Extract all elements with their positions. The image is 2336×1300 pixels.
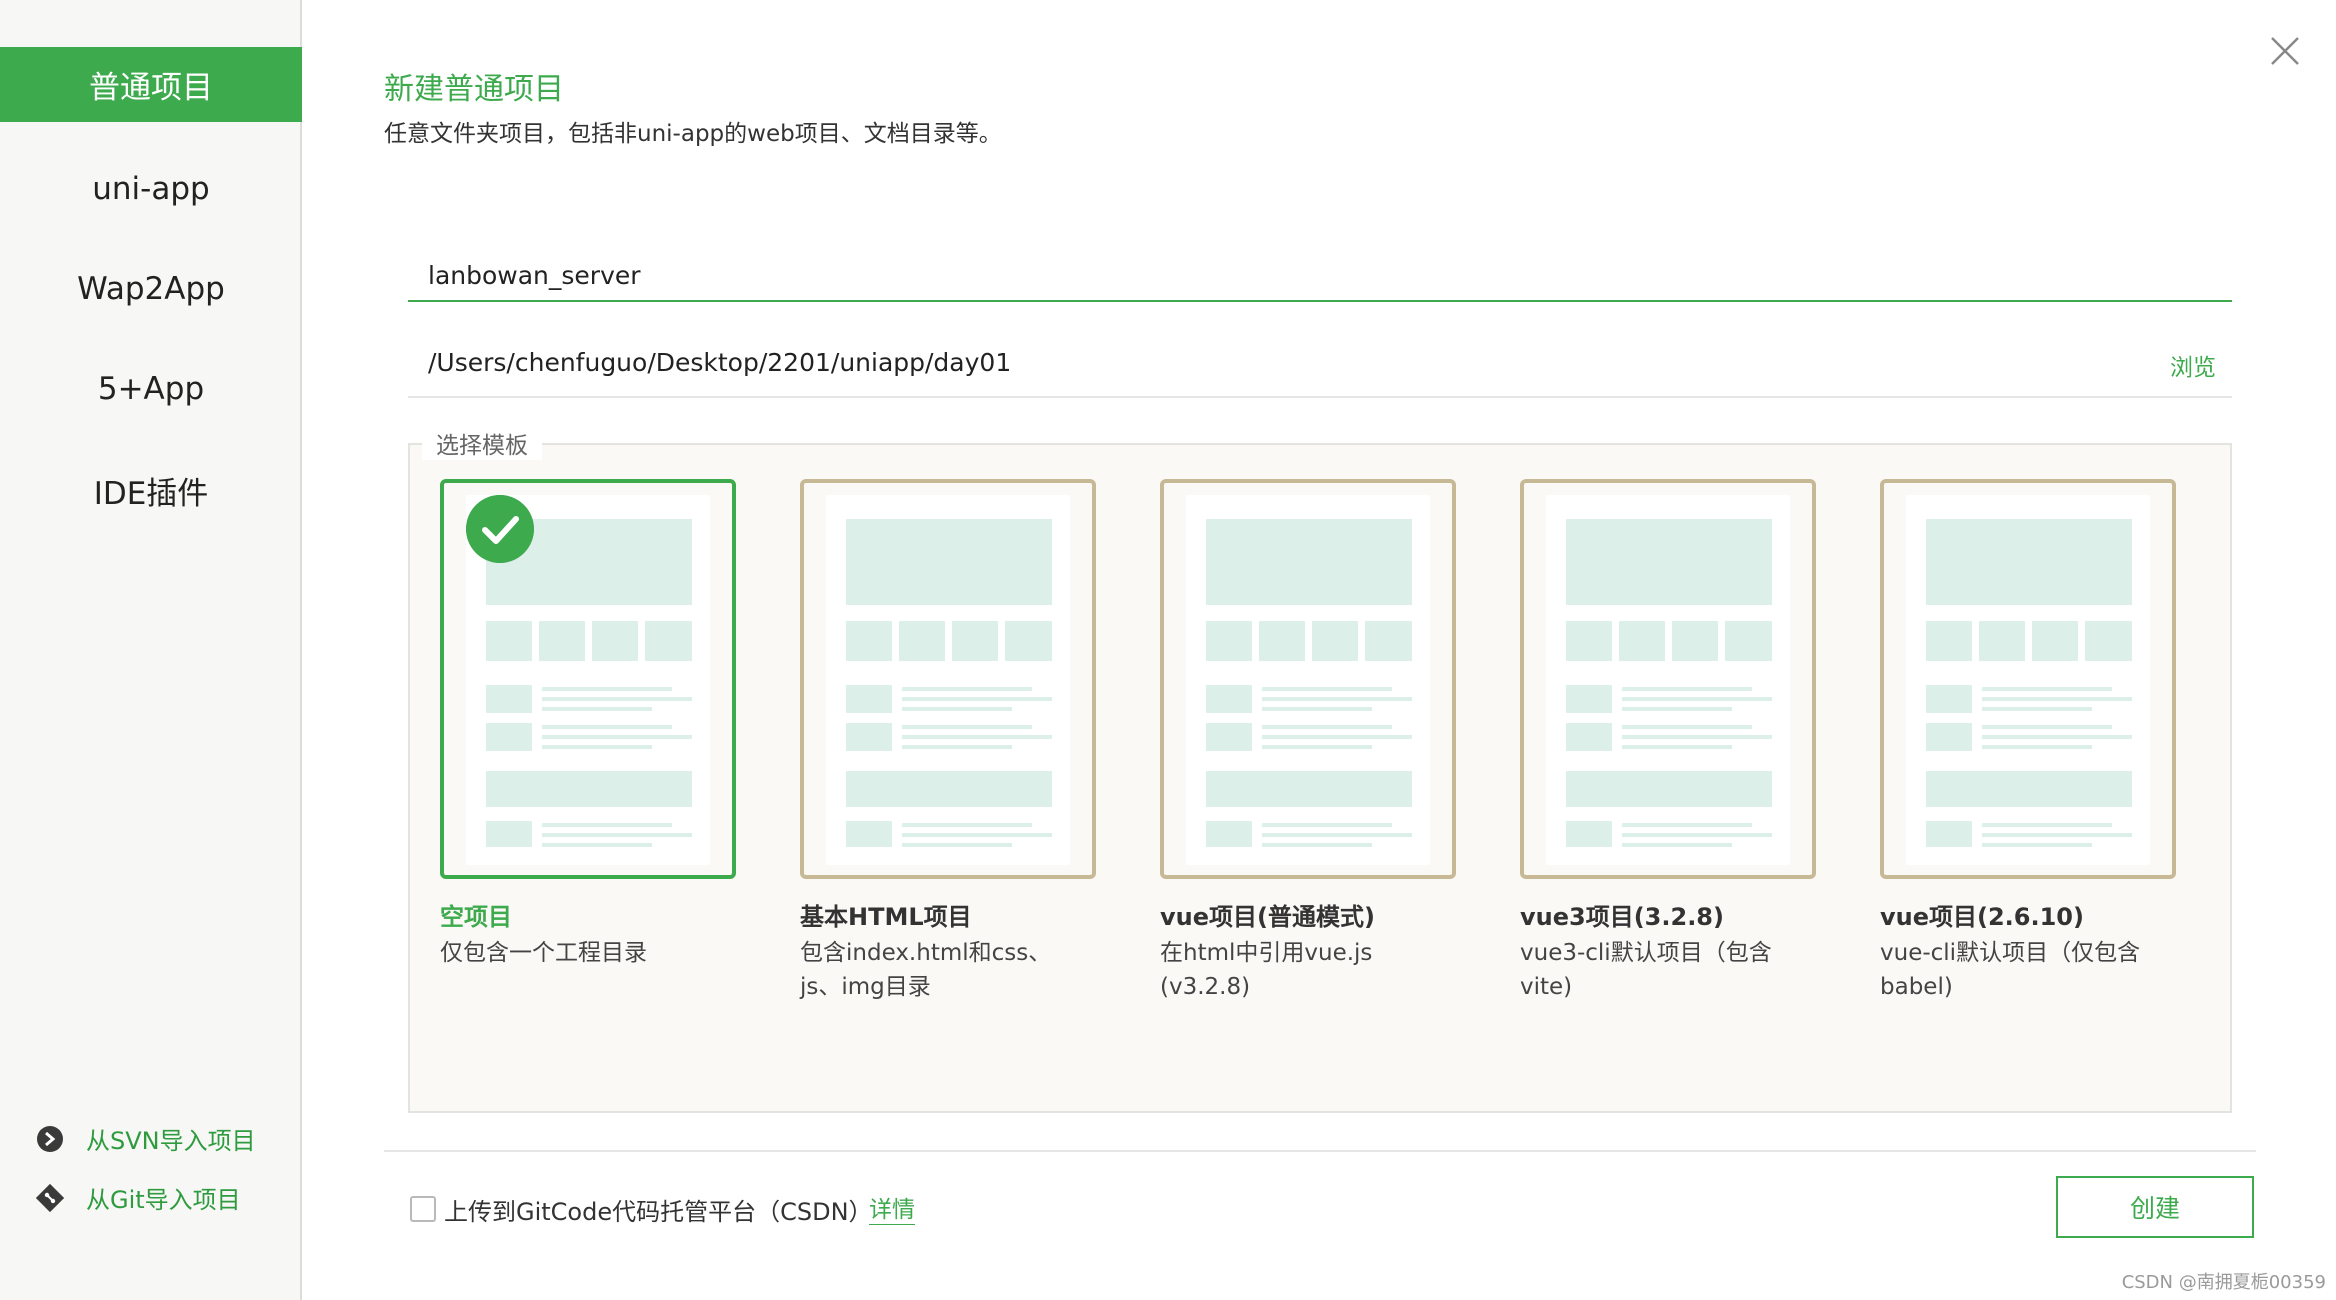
git-icon [36, 1183, 64, 1212]
sidebar-item-normal-project[interactable]: 普通项目 [0, 47, 302, 122]
page-title: 新建普通项目 [384, 72, 564, 107]
create-button[interactable]: 创建 [2056, 1176, 2254, 1238]
sidebar-item-5plus-app[interactable]: 5+App [0, 351, 302, 426]
upload-label: 上传到GitCode代码托管平台（CSDN） [444, 1198, 873, 1226]
template-title: 基本HTML项目 [800, 903, 972, 931]
template-thumbnail-icon [1546, 495, 1790, 865]
template-title: vue项目(2.6.10) [1880, 903, 2084, 931]
selected-check-icon [466, 495, 534, 563]
template-desc: vue3-cli默认项目（包含 vite) [1520, 940, 1772, 1000]
sidebar: 普通项目 uni-app Wap2App 5+App IDE插件 从SVN导入项… [0, 0, 302, 1300]
template-title: vue3项目(3.2.8) [1520, 903, 1724, 931]
template-title: vue项目(普通模式) [1160, 903, 1375, 931]
browse-button[interactable]: 浏览 [2170, 348, 2216, 382]
watermark: CSDN @南拥夏栀00359 [2121, 1272, 2326, 1293]
project-path-value: /Users/chenfuguo/Desktop/2201/uniapp/day… [428, 348, 1012, 377]
upload-checkbox[interactable] [410, 1196, 436, 1222]
detail-link[interactable]: 详情 [869, 1190, 915, 1225]
template-legend: 选择模板 [422, 426, 542, 460]
template-desc: 包含index.html和css、 js、img目录 [800, 940, 1052, 1000]
import-svn-link[interactable]: 从SVN导入项目 [36, 1121, 256, 1156]
template-desc: vue-cli默认项目（仅包含 babel) [1880, 940, 2141, 1000]
project-name-input[interactable] [408, 250, 2232, 302]
template-card-empty[interactable] [440, 479, 736, 879]
template-card-vue2[interactable] [1880, 479, 2176, 879]
close-icon[interactable] [2268, 34, 2302, 68]
template-card-vue3[interactable] [1520, 479, 1816, 879]
template-card-vue-normal[interactable] [1160, 479, 1456, 879]
svn-icon [37, 1125, 63, 1152]
import-git-label: 从Git导入项目 [86, 1186, 241, 1214]
template-thumbnail-icon [1906, 495, 2150, 865]
template-thumbnail-icon [826, 495, 1070, 865]
footer-divider [384, 1150, 2256, 1152]
sidebar-item-ide-plugin[interactable]: IDE插件 [0, 453, 302, 528]
template-desc: 仅包含一个工程目录 [440, 940, 647, 966]
sidebar-item-wap2app[interactable]: Wap2App [0, 251, 302, 326]
main-panel: 新建普通项目 任意文件夹项目，包括非uni-app的web项目、文档目录等。 /… [302, 0, 2336, 1300]
template-card-basic-html[interactable] [800, 479, 1096, 879]
import-svn-label: 从SVN导入项目 [86, 1127, 256, 1155]
template-desc: 在html中引用vue.js (v3.2.8) [1160, 940, 1373, 1000]
sidebar-item-uni-app[interactable]: uni-app [0, 151, 302, 226]
page-subtitle: 任意文件夹项目，包括非uni-app的web项目、文档目录等。 [384, 121, 1002, 147]
template-title: 空项目 [440, 903, 512, 931]
template-thumbnail-icon [1186, 495, 1430, 865]
import-git-link[interactable]: 从Git导入项目 [36, 1180, 241, 1215]
project-path-field[interactable]: /Users/chenfuguo/Desktop/2201/uniapp/day… [408, 340, 2232, 398]
